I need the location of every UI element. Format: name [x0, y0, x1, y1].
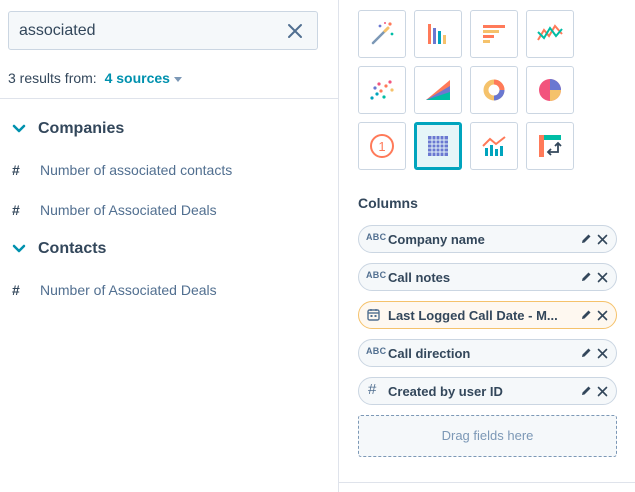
- number-type-icon: #: [12, 202, 20, 218]
- column-chip-label: Last Logged Call Date - M...: [388, 308, 558, 323]
- viz-combo-button[interactable]: [470, 122, 518, 170]
- viz-pivot-button[interactable]: [526, 122, 574, 170]
- pencil-icon[interactable]: [580, 233, 592, 245]
- column-chip-label: Call notes: [388, 270, 451, 285]
- sources-label: 4 sources: [104, 70, 170, 86]
- pivot-table-icon: [539, 135, 562, 157]
- viz-magic-wand-button[interactable]: [358, 10, 406, 58]
- close-icon[interactable]: [597, 348, 608, 359]
- viz-horizontal-bar-button[interactable]: [470, 10, 518, 58]
- viz-vertical-bar-button[interactable]: [414, 10, 462, 58]
- viz-area-button[interactable]: [414, 66, 462, 114]
- field-item[interactable]: # Number of Associated Deals: [12, 282, 217, 298]
- area-chart-icon: [426, 80, 450, 100]
- divider: [0, 98, 338, 99]
- combo-chart-icon: [482, 136, 506, 156]
- table-grid-icon: [428, 136, 448, 156]
- search-input-value: associated: [19, 22, 96, 39]
- line-chart-icon: [537, 24, 563, 41]
- close-icon[interactable]: [597, 234, 608, 245]
- pencil-icon[interactable]: [580, 309, 592, 321]
- number-type-icon: #: [368, 381, 377, 398]
- vertical-bar-chart-icon: [428, 24, 446, 44]
- column-chip-label: Company name: [388, 232, 485, 247]
- column-chip-label: Created by user ID: [388, 384, 503, 399]
- report-config-panel: 1 Columns ABC Company name ABC Call note…: [339, 0, 635, 492]
- group-label: Contacts: [38, 240, 107, 257]
- chevron-down-icon: [12, 244, 26, 253]
- text-type-icon: ABC: [366, 232, 387, 242]
- close-icon[interactable]: [597, 310, 608, 321]
- clear-search-icon[interactable]: [287, 23, 303, 39]
- column-chip[interactable]: Last Logged Call Date - M...: [358, 301, 617, 329]
- column-chip[interactable]: ABC Call notes: [358, 263, 617, 291]
- calendar-icon: [367, 309, 380, 321]
- number-type-icon: #: [12, 282, 20, 298]
- pencil-icon[interactable]: [580, 271, 592, 283]
- column-chip[interactable]: # Created by user ID: [358, 377, 617, 405]
- column-chip[interactable]: ABC Company name: [358, 225, 617, 253]
- number-type-icon: #: [12, 162, 20, 178]
- donut-chart-icon: [483, 79, 505, 101]
- kpi-number-icon: 1: [370, 134, 394, 158]
- horizontal-bar-chart-icon: [483, 25, 505, 43]
- viz-pie-button[interactable]: [526, 66, 574, 114]
- columns-heading: Columns: [358, 195, 418, 211]
- search-input[interactable]: associated: [8, 11, 318, 50]
- field-search-panel: associated 3 results from: 4 sources Com…: [0, 0, 338, 492]
- column-chip-label: Call direction: [388, 346, 471, 361]
- text-type-icon: ABC: [366, 270, 387, 280]
- magic-wand-icon: [371, 22, 394, 45]
- scatter-chart-icon: [370, 80, 394, 100]
- divider: [339, 482, 635, 483]
- field-label: Number of Associated Deals: [40, 202, 217, 218]
- pencil-icon[interactable]: [580, 347, 592, 359]
- viz-line-button[interactable]: [526, 10, 574, 58]
- results-summary: 3 results from: 4 sources: [8, 70, 182, 86]
- close-icon[interactable]: [597, 386, 608, 397]
- text-type-icon: ABC: [366, 346, 387, 356]
- viz-table-button[interactable]: [414, 122, 462, 170]
- column-chip[interactable]: ABC Call direction: [358, 339, 617, 367]
- viz-donut-button[interactable]: [470, 66, 518, 114]
- group-header-companies[interactable]: Companies: [12, 120, 124, 138]
- group-label: Companies: [38, 120, 125, 137]
- viz-kpi-button[interactable]: 1: [358, 122, 406, 170]
- field-item[interactable]: # Number of associated contacts: [12, 162, 232, 178]
- field-label: Number of associated contacts: [40, 162, 233, 178]
- kpi-number: 1: [378, 139, 385, 154]
- field-item[interactable]: # Number of Associated Deals: [12, 202, 217, 218]
- columns-dropzone[interactable]: Drag fields here: [358, 415, 617, 457]
- close-icon[interactable]: [597, 272, 608, 283]
- viz-scatter-button[interactable]: [358, 66, 406, 114]
- caret-down-icon: [173, 76, 182, 82]
- group-header-contacts[interactable]: Contacts: [12, 240, 106, 258]
- sources-dropdown[interactable]: 4 sources: [105, 70, 182, 86]
- pie-chart-icon: [539, 79, 561, 101]
- field-label: Number of Associated Deals: [40, 282, 217, 298]
- results-count-text: 3 results from:: [8, 70, 97, 86]
- pencil-icon[interactable]: [580, 385, 592, 397]
- chevron-down-icon: [12, 124, 26, 133]
